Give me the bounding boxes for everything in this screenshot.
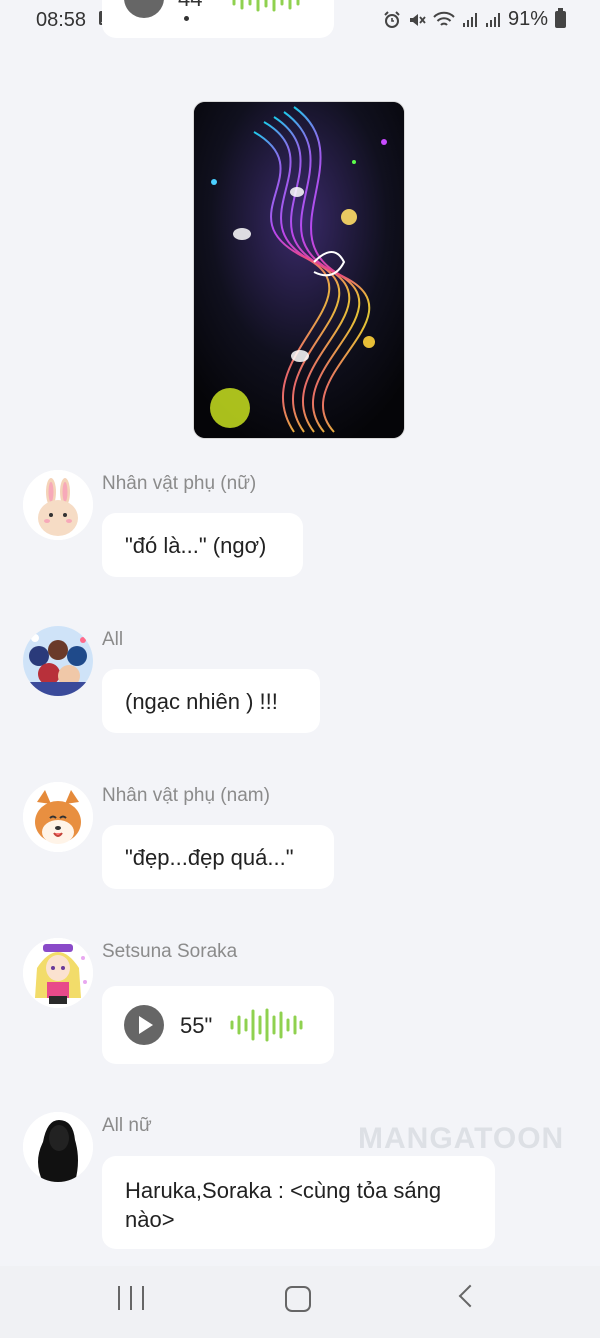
system-nav-bar — [0, 1266, 600, 1338]
message-bubble[interactable]: "đó là..." (ngơ) — [102, 513, 303, 577]
sender-name: Setsuna Soraka — [102, 941, 238, 962]
silhouette-icon — [23, 1112, 93, 1182]
message-bubble[interactable]: (ngạc nhiên ) !!! — [102, 669, 320, 733]
sender-name: All — [102, 629, 124, 650]
rabbit-icon — [23, 470, 93, 540]
battery-percent: 91% — [507, 8, 548, 30]
sender-name: Nhân vật phụ (nam) — [102, 785, 270, 806]
voice-duration: 44 — [178, 0, 202, 12]
waveform-icon — [230, 1008, 303, 1042]
message-bubble[interactable]: "đẹp...đẹp quá..." — [102, 825, 334, 889]
play-icon[interactable] — [124, 1005, 164, 1045]
rabbit-avatar[interactable] — [23, 470, 93, 540]
message-text: "đẹp...đẹp quá..." — [125, 845, 294, 870]
alarm-icon — [384, 10, 400, 28]
recent-apps-icon[interactable] — [118, 1286, 144, 1310]
anime-girl-avatar[interactable] — [23, 938, 93, 1008]
wifi-icon — [433, 11, 455, 26]
message-text: (ngạc nhiên ) !!! — [125, 689, 278, 714]
battery-icon — [555, 8, 566, 28]
mangatoon-watermark: MANGATOON — [358, 1122, 565, 1155]
home-icon[interactable] — [285, 1286, 311, 1312]
sender-name: All nữ — [102, 1115, 152, 1136]
status-time: 08:58 — [36, 9, 87, 31]
group-avatar[interactable] — [23, 626, 93, 696]
signal-icon — [485, 12, 500, 27]
anime-girl-icon — [23, 938, 93, 1008]
message-text: "đó là..." (ngơ) — [125, 533, 267, 558]
message-text: Haruka,Soraka : <cùng tỏa sáng nào> — [125, 1178, 442, 1232]
play-icon[interactable] — [124, 0, 164, 18]
back-icon[interactable] — [458, 1284, 482, 1308]
voice-duration: 55" — [180, 1013, 213, 1038]
group-picture-icon — [23, 626, 93, 696]
silhouette-avatar[interactable] — [23, 1112, 93, 1182]
waveform-icon — [232, 0, 300, 12]
signal-icon — [462, 12, 477, 27]
unread-dot — [184, 16, 189, 21]
voice-message-bubble[interactable]: 55" — [102, 986, 334, 1064]
music-notes-artwork — [194, 102, 404, 438]
shiba-avatar[interactable] — [23, 782, 93, 852]
chat-image[interactable] — [193, 101, 405, 439]
message-bubble[interactable]: Haruka,Soraka : <cùng tỏa sáng nào> — [102, 1156, 495, 1249]
sender-name: Nhân vật phụ (nữ) — [102, 473, 257, 494]
status-icons-right: 91% — [383, 8, 566, 31]
mute-icon — [409, 13, 426, 26]
shiba-dog-icon — [23, 782, 93, 852]
previous-voice-bubble[interactable]: 44 — [102, 0, 334, 38]
